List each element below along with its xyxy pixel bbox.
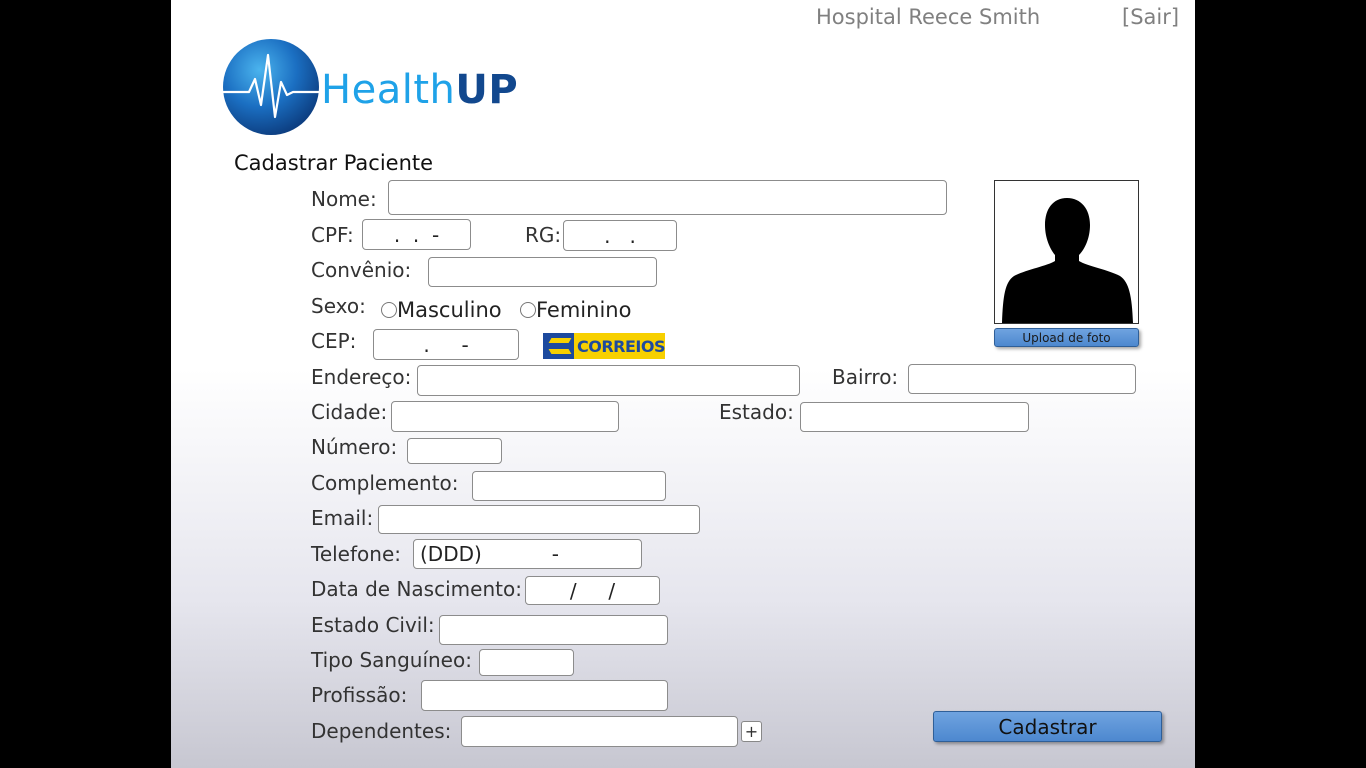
telefone-input[interactable]: (DDD) - (413, 539, 642, 569)
rg-input[interactable]: . . (563, 220, 677, 251)
masculino-label: Masculino (397, 298, 502, 322)
bairro-label: Bairro: (832, 365, 899, 389)
tipo-sanguineo-input[interactable] (479, 649, 574, 676)
convenio-label: Convênio: (311, 258, 412, 282)
nome-input[interactable] (388, 180, 947, 215)
profissao-label: Profissão: (311, 683, 408, 707)
brand-name-health: Health (321, 67, 456, 113)
cpf-label: CPF: (311, 223, 354, 247)
sexo-label: Sexo: (311, 294, 366, 318)
upload-photo-button[interactable]: Upload de foto (994, 328, 1139, 347)
sexo-option-feminino[interactable]: Feminino (520, 297, 631, 322)
profissao-input[interactable] (421, 680, 668, 711)
dependentes-input[interactable] (461, 716, 738, 747)
endereco-input[interactable] (417, 365, 800, 396)
feminino-label: Feminino (536, 298, 632, 322)
telefone-label: Telefone: (311, 542, 401, 566)
convenio-input[interactable] (428, 257, 657, 287)
endereco-label: Endereço: (311, 365, 412, 389)
numero-input[interactable] (407, 438, 502, 464)
cpf-input[interactable]: . . - (362, 219, 471, 250)
correios-text: CORREIOS (577, 336, 666, 356)
complemento-input[interactable] (472, 471, 666, 501)
nascimento-input[interactable]: / / (525, 576, 660, 605)
page-title: Cadastrar Paciente (234, 151, 434, 175)
logout-link[interactable]: [Sair] (1122, 5, 1179, 29)
estado-label: Estado: (719, 400, 794, 424)
hospital-name: Hospital Reece Smith (816, 5, 1041, 29)
heartbeat-icon (223, 39, 319, 135)
radio-feminino[interactable] (520, 302, 536, 318)
cidade-input[interactable] (391, 401, 619, 432)
estado-civil-input[interactable] (439, 615, 668, 645)
photo-frame (994, 180, 1139, 324)
complemento-label: Complemento: (311, 471, 459, 495)
numero-label: Número: (311, 435, 398, 459)
email-label: Email: (311, 506, 374, 530)
app-window: Hospital Reece Smith [Sair] HealthUP Cad… (171, 0, 1195, 768)
sexo-option-masculino[interactable]: Masculino (381, 297, 502, 322)
cidade-label: Cidade: (311, 400, 388, 424)
estado-civil-label: Estado Civil: (311, 613, 435, 637)
email-input[interactable] (378, 505, 700, 534)
cep-label: CEP: (311, 329, 357, 353)
add-dependente-button[interactable]: + (741, 721, 762, 742)
cep-input[interactable]: . - (373, 329, 519, 360)
nascimento-label: Data de Nascimento: (311, 577, 522, 601)
brand-name-up: UP (455, 67, 519, 113)
nome-label: Nome: (311, 187, 377, 211)
cadastrar-button[interactable]: Cadastrar (933, 711, 1162, 742)
dependentes-label: Dependentes: (311, 719, 452, 743)
rg-label: RG: (525, 223, 562, 247)
user-silhouette-icon (1002, 198, 1133, 323)
correios-logo-icon (543, 333, 574, 359)
bairro-input[interactable] (908, 364, 1136, 394)
correios-button[interactable]: CORREIOS (543, 333, 666, 359)
tipo-sanguineo-label: Tipo Sanguíneo: (311, 648, 472, 672)
radio-masculino[interactable] (381, 302, 397, 318)
healthup-logo: HealthUP (221, 37, 541, 137)
estado-input[interactable] (800, 402, 1029, 432)
